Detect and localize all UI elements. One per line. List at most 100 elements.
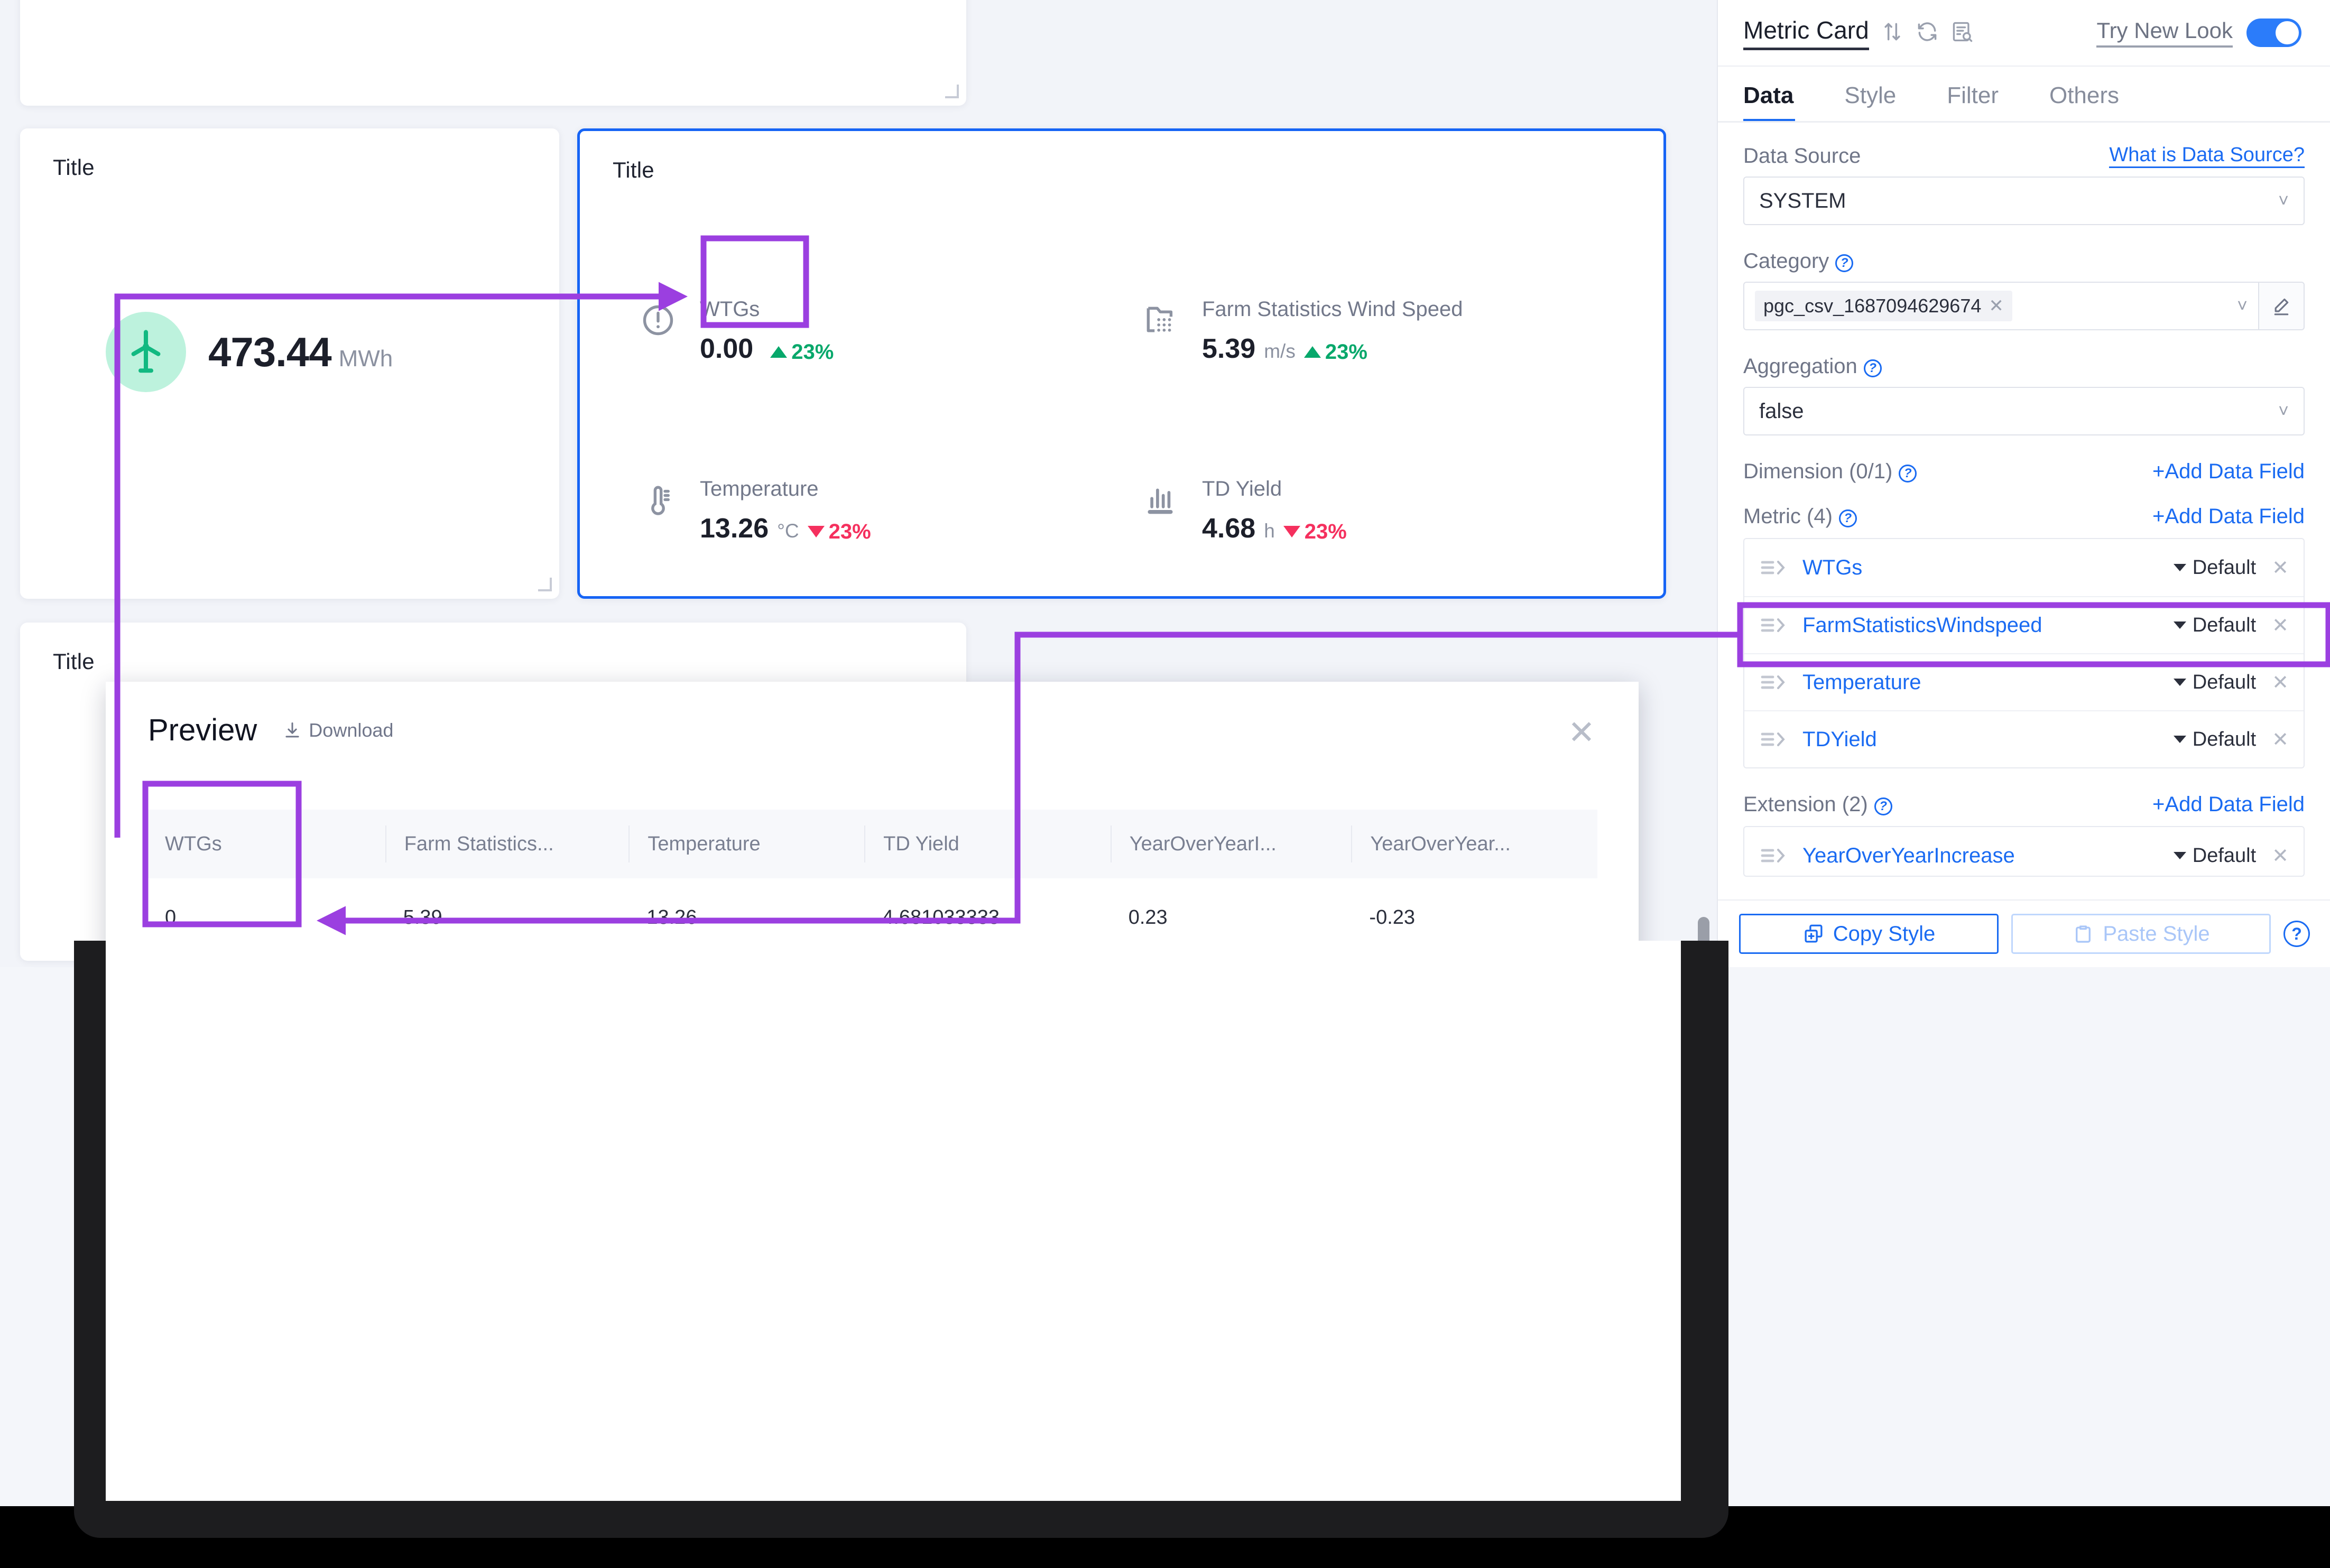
drag-handle-icon[interactable] <box>1759 728 1789 751</box>
preview-title: Preview <box>148 713 257 747</box>
extension-field-item-yearoveryearincrease[interactable]: YearOverYearIncrease Default ✕ <box>1744 827 2304 876</box>
table-cell: 5.39 <box>403 906 442 929</box>
energy-metric: 473.44 MWh <box>106 312 393 392</box>
metric-field-agg[interactable]: Default <box>2173 614 2256 637</box>
add-data-field-dimension-button[interactable]: +Add Data Field <box>2152 460 2305 484</box>
dimension-label: Dimension (0/1)? <box>1743 460 1917 484</box>
metric-field-item-farmstatisticswindspeed[interactable]: FarmStatisticsWindspeed Default ✕ <box>1744 596 2304 653</box>
device-screen-bottom <box>106 941 1681 1501</box>
panel-tabs: Data Style Filter Others <box>1718 67 2330 123</box>
metric-field-list: WTGs Default ✕ FarmStatisticsWindspeed D… <box>1743 538 2305 768</box>
help-icon[interactable]: ? <box>1863 359 1882 377</box>
aggregation-select[interactable]: false ˅ <box>1743 387 2305 435</box>
metric-field-agg[interactable]: Default <box>2173 671 2256 694</box>
extension-field-list: YearOverYearIncrease Default ✕ <box>1743 826 2305 877</box>
pencil-icon[interactable] <box>2258 282 2305 330</box>
caret-down-icon <box>2173 679 2186 686</box>
data-source-select[interactable]: SYSTEM ˅ <box>1743 177 2305 225</box>
drag-handle-icon[interactable] <box>1759 556 1789 579</box>
help-icon[interactable]: ? <box>1835 254 1854 272</box>
what-is-data-source-link[interactable]: What is Data Source? <box>2109 144 2305 168</box>
tab-data[interactable]: Data <box>1743 82 1793 123</box>
metric-field-name: FarmStatisticsWindspeed <box>1802 613 2042 637</box>
tab-filter[interactable]: Filter <box>1947 82 1999 123</box>
column-header[interactable]: Farm Statistics... <box>385 825 629 862</box>
remove-icon[interactable]: ✕ <box>2272 614 2289 637</box>
preview-header: Preview Download <box>148 712 393 748</box>
column-header[interactable]: WTGs <box>147 825 385 862</box>
resize-handle-icon[interactable] <box>945 85 959 98</box>
paste-style-label: Paste Style <box>2103 922 2210 945</box>
drag-handle-icon[interactable] <box>1759 614 1789 637</box>
drag-handle-icon[interactable] <box>1759 671 1789 694</box>
metric-field-agg[interactable]: Default <box>2173 728 2256 751</box>
try-new-look-toggle[interactable] <box>2246 18 2301 47</box>
remove-icon[interactable]: ✕ <box>2272 671 2289 694</box>
extension-field-name: YearOverYearIncrease <box>1802 843 2015 867</box>
caret-down-icon <box>2173 564 2186 571</box>
extension-label: Extension (2)? <box>1743 793 1892 817</box>
download-button[interactable]: Download <box>282 719 393 741</box>
dashboard-card-metric-selected[interactable]: Title <box>577 128 1666 599</box>
copy-style-button[interactable]: Copy Style <box>1739 914 1999 954</box>
tab-style[interactable]: Style <box>1844 82 1896 123</box>
metric-field-name: Temperature <box>1802 670 1921 694</box>
column-header[interactable]: Temperature <box>628 825 864 862</box>
data-source-label: Data Source <box>1743 144 1861 168</box>
panel-body: Data Source What is Data Source? SYSTEM … <box>1718 123 2330 877</box>
aggregation-label: Aggregation? <box>1743 355 1882 378</box>
card-title: Title <box>53 649 95 674</box>
help-icon[interactable]: ? <box>2283 921 2310 947</box>
category-field[interactable]: pgc_csv_1687094629674 ✕ ˅ <box>1743 282 2305 330</box>
extension-field-agg[interactable]: Default <box>2173 845 2256 867</box>
refresh-icon[interactable] <box>1916 20 1939 46</box>
dashboard-card-empty[interactable] <box>20 0 966 106</box>
page-title: Metric Card <box>1743 16 1869 50</box>
metric-field-name: WTGs <box>1802 555 1863 579</box>
category-chip[interactable]: pgc_csv_1687094629674 ✕ <box>1755 291 2012 321</box>
close-icon[interactable]: ✕ <box>1568 717 1595 749</box>
category-chip-label: pgc_csv_1687094629674 <box>1763 295 1982 317</box>
resize-handle-icon[interactable] <box>538 578 552 591</box>
column-header[interactable]: YearOverYearI... <box>1110 825 1352 862</box>
caret-down-icon <box>2173 736 2186 743</box>
sort-icon[interactable] <box>1881 20 1904 46</box>
metric-field-name: TDYield <box>1802 727 1877 751</box>
close-icon[interactable]: ✕ <box>1989 295 2004 317</box>
card-title: Title <box>613 157 654 182</box>
download-label: Download <box>309 719 394 741</box>
tab-others[interactable]: Others <box>2049 82 2119 123</box>
data-source-value: SYSTEM <box>1759 189 1846 212</box>
help-icon[interactable]: ? <box>1899 465 1917 483</box>
column-header[interactable]: YearOverYear... <box>1351 825 1597 862</box>
add-data-field-metric-button[interactable]: +Add Data Field <box>2152 505 2305 528</box>
chevron-down-icon: ˅ <box>2278 190 2289 211</box>
metric-field-item-tdyield[interactable]: TDYield Default ✕ <box>1744 710 2304 767</box>
metric-field-agg[interactable]: Default <box>2173 556 2256 579</box>
preview-table-header: WTGs Farm Statistics... Temperature TD Y… <box>147 810 1597 878</box>
help-icon[interactable]: ? <box>1838 509 1857 527</box>
metric-field-item-temperature[interactable]: Temperature Default ✕ <box>1744 653 2304 710</box>
metric-label-count: Metric (4)? <box>1743 505 1857 528</box>
chevron-down-icon: ˅ <box>2237 295 2248 316</box>
caret-down-icon <box>2173 621 2186 629</box>
metric-field-item-wtgs[interactable]: WTGs Default ✕ <box>1744 539 2304 596</box>
energy-unit: MWh <box>338 345 393 372</box>
table-cell: 0.23 <box>1128 906 1168 929</box>
chevron-down-icon: ˅ <box>2278 401 2289 421</box>
wind-turbine-icon <box>106 312 186 392</box>
column-header[interactable]: TD Yield <box>864 825 1111 862</box>
try-new-look-link[interactable]: Try New Look <box>2096 18 2233 48</box>
copy-style-label: Copy Style <box>1833 922 1936 945</box>
help-icon[interactable]: ? <box>1874 797 1892 815</box>
remove-icon[interactable]: ✕ <box>2272 556 2289 580</box>
add-data-field-extension-button[interactable]: +Add Data Field <box>2152 793 2305 817</box>
energy-value: 473.44 <box>208 328 332 375</box>
table-cell: 13.26 <box>646 906 697 929</box>
remove-icon[interactable]: ✕ <box>2272 844 2289 868</box>
drag-handle-icon[interactable] <box>1759 844 1789 867</box>
inspect-data-icon[interactable] <box>1950 20 1974 46</box>
remove-icon[interactable]: ✕ <box>2272 728 2289 751</box>
screenshot-root: Title 473.44 MWh Title WTGs 0.00 23% Far… <box>0 0 2330 1568</box>
paste-style-button[interactable]: Paste Style <box>2011 914 2271 954</box>
